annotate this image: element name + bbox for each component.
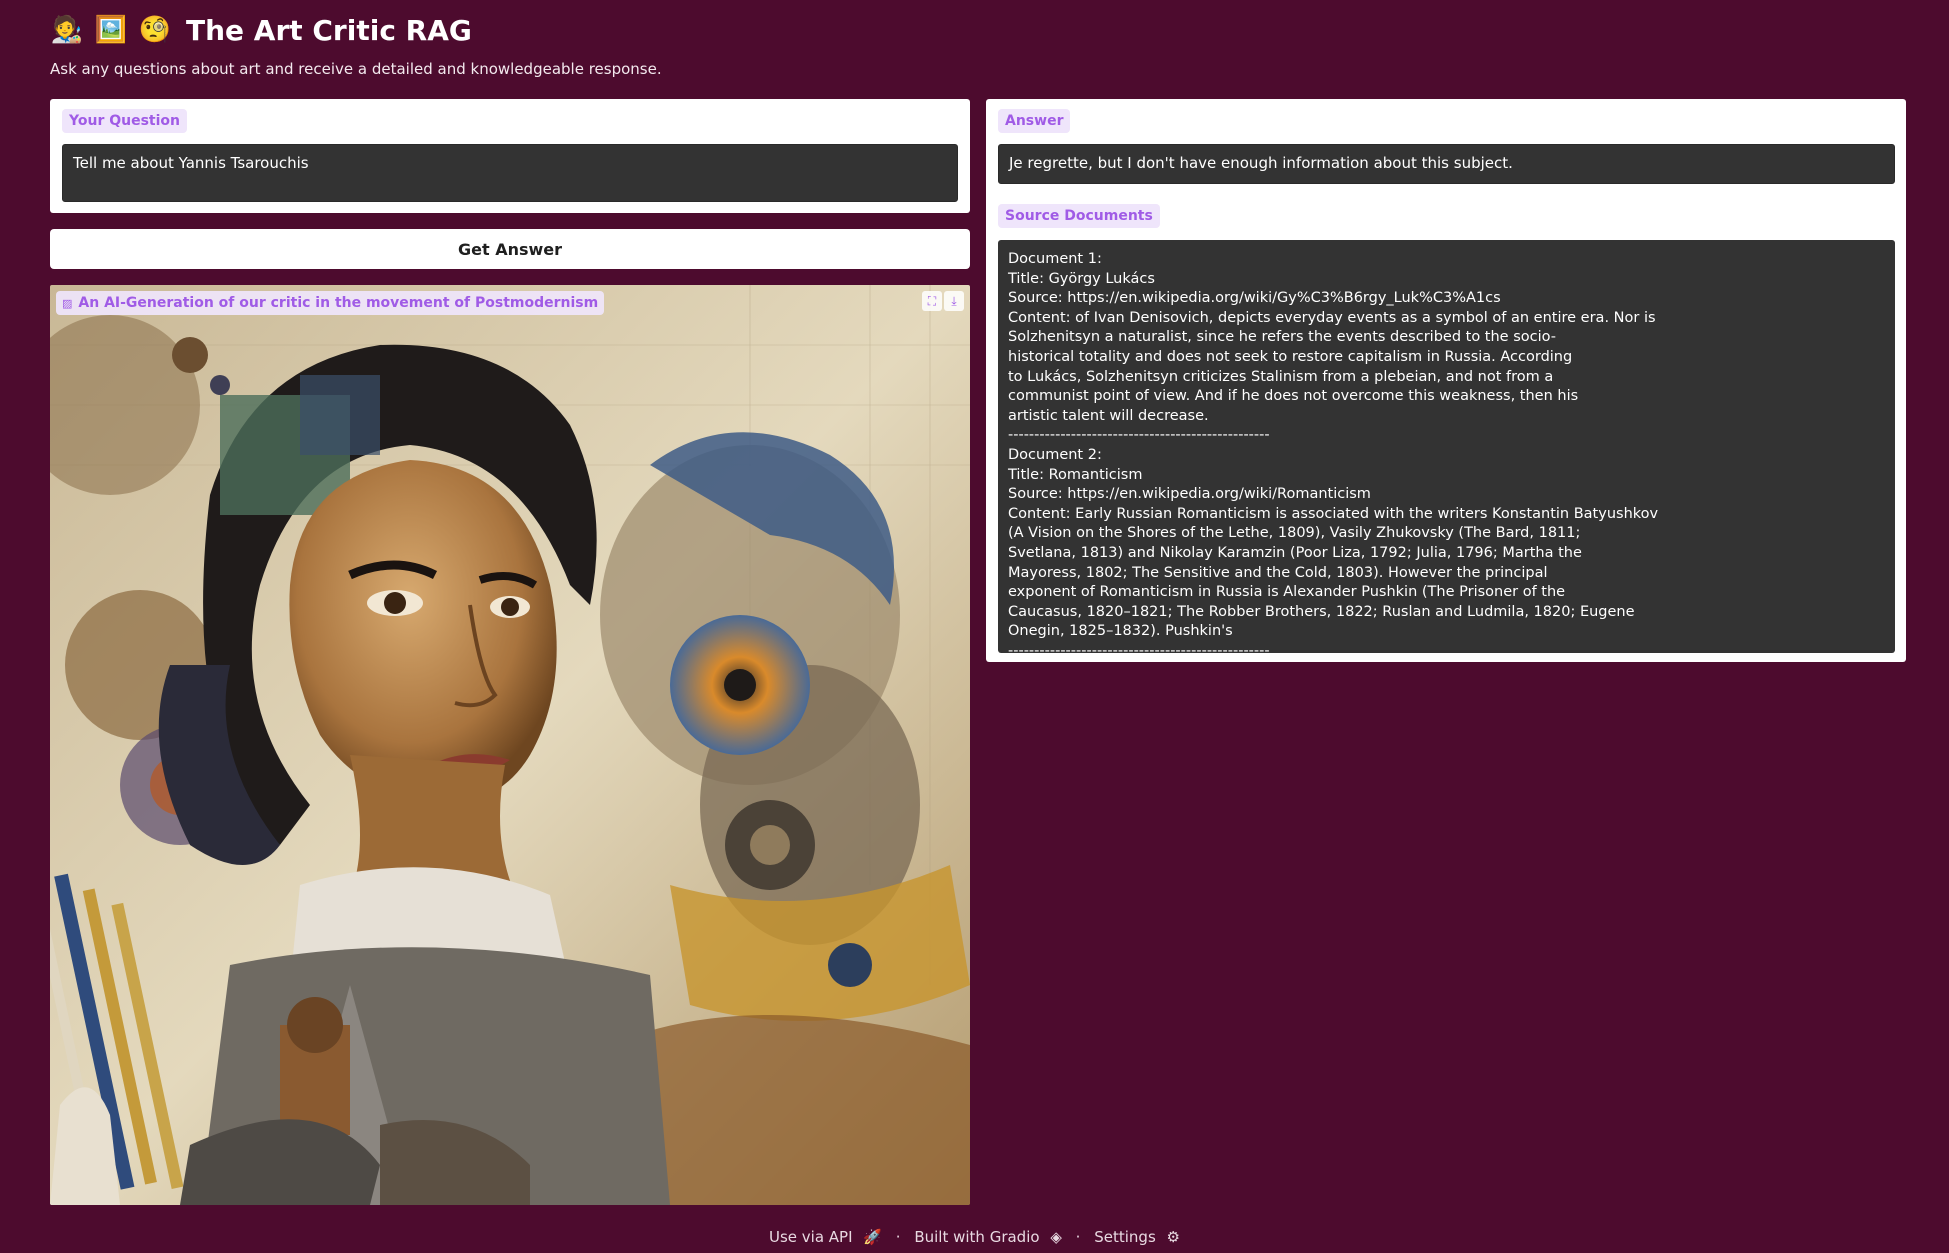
artist-emoji-icon: 🧑‍🎨: [50, 15, 84, 45]
source-line: Mayoress, 1802; The Sensitive and the Co…: [1008, 564, 1548, 581]
get-answer-button[interactable]: Get Answer: [50, 229, 970, 269]
answer-label: Answer: [998, 109, 1071, 133]
source-line: Solzhenitsyn a naturalist, since he refe…: [1008, 329, 1556, 346]
page-title: The Art Critic RAG: [186, 13, 472, 47]
source-line: ----------------------------------------…: [1008, 642, 1270, 653]
source-documents-label: Source Documents: [998, 204, 1160, 228]
use-via-api-link[interactable]: Use via API 🚀: [766, 1228, 885, 1246]
source-line: Document 2:: [1008, 446, 1102, 463]
download-icon[interactable]: ⤓: [944, 291, 964, 311]
source-line: Title: Romanticism: [1008, 466, 1143, 483]
source-line: (A Vision on the Shores of the Lethe, 18…: [1008, 525, 1581, 542]
gradio-logo-icon: ◈: [1050, 1228, 1062, 1246]
page-subtitle: Ask any questions about art and receive …: [50, 60, 662, 78]
settings-link[interactable]: Settings ⚙: [1091, 1228, 1183, 1246]
footer: Use via API 🚀 · Built with Gradio ◈ · Se…: [0, 1228, 1949, 1246]
answer-output[interactable]: Je regrette, but I don't have enough inf…: [998, 144, 1895, 184]
source-line: Content: of Ivan Denisovich, depicts eve…: [1008, 309, 1656, 326]
built-with-gradio-link[interactable]: Built with Gradio ◈: [911, 1228, 1065, 1246]
source-line: historical totality and does not seek to…: [1008, 348, 1573, 365]
source-line: Caucasus, 1820–1821; The Robber Brothers…: [1008, 603, 1635, 620]
question-label: Your Question: [62, 109, 187, 133]
footer-separator: ·: [1075, 1228, 1081, 1246]
question-input[interactable]: Tell me about Yannis Tsarouchis: [62, 144, 958, 202]
source-line: Source: https://en.wikipedia.org/wiki/Gy…: [1008, 290, 1501, 307]
source-line: Content: Early Russian Romanticism is as…: [1008, 505, 1659, 522]
framed-picture-emoji-icon: 🖼️: [94, 15, 128, 45]
source-line: Svetlana, 1813) and Nikolay Karamzin (Po…: [1008, 544, 1582, 561]
source-line: artistic talent will decrease.: [1008, 407, 1209, 424]
generated-image-panel: ▨ An AI-Generation of our critic in the …: [50, 285, 970, 1205]
source-line: exponent of Romanticism in Russia is Ale…: [1008, 584, 1566, 601]
source-line: Source: https://en.wikipedia.org/wiki/Ro…: [1008, 486, 1371, 503]
image-caption-label: ▨ An AI-Generation of our critic in the …: [56, 291, 605, 315]
rocket-icon: 🚀: [863, 1228, 882, 1246]
footer-separator: ·: [895, 1228, 901, 1246]
source-line: Onegin, 1825–1832). Pushkin's: [1008, 623, 1233, 640]
source-line: ----------------------------------------…: [1008, 427, 1270, 444]
monocle-face-emoji-icon: 🧐: [138, 15, 172, 45]
image-icon: ▨: [62, 296, 73, 310]
source-line: Title: György Lukács: [1008, 270, 1155, 287]
critic-artwork-image: [50, 285, 970, 1205]
question-panel: Your Question Tell me about Yannis Tsaro…: [50, 99, 970, 213]
app-header: 🧑‍🎨 🖼️ 🧐 The Art Critic RAG: [50, 8, 472, 52]
gear-icon: ⚙: [1166, 1228, 1180, 1246]
source-line: communist point of view. And if he does …: [1008, 388, 1579, 405]
source-line: Document 1:: [1008, 251, 1102, 267]
source-documents-output[interactable]: Document 1: Title: György Lukács Source: h…: [998, 240, 1895, 653]
source-line: to Lukács, Solzhenitsyn criticizes Stali…: [1008, 368, 1554, 385]
fullscreen-icon[interactable]: ⛶: [922, 291, 942, 311]
image-caption-text: An AI-Generation of our critic in the mo…: [78, 295, 599, 311]
